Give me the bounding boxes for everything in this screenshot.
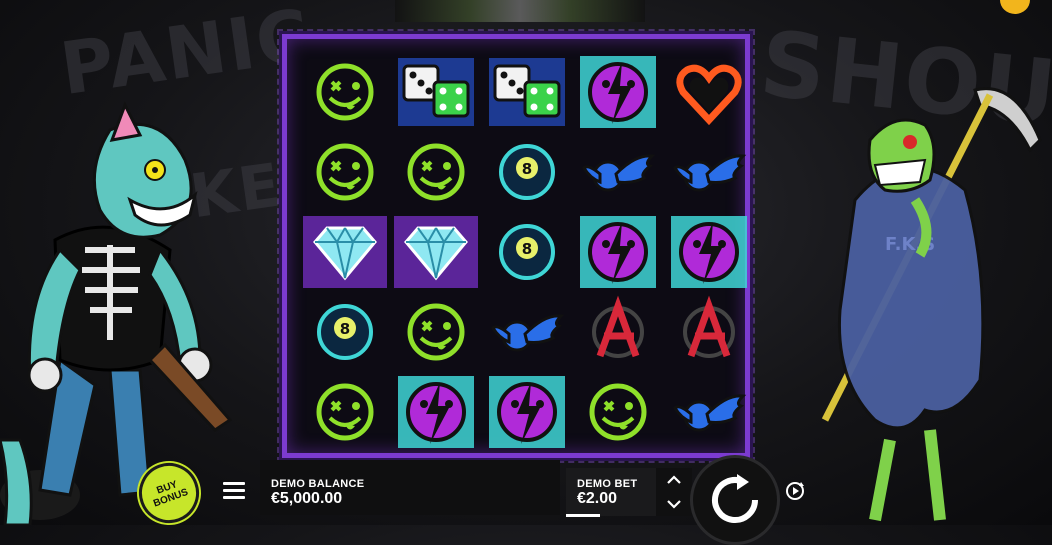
smiley-x-green-icon	[589, 383, 647, 441]
svg-text:8: 8	[340, 320, 350, 338]
reel-symbol-smiley-bolt-purple	[483, 373, 571, 451]
reel-symbol-wing-blue	[483, 293, 571, 371]
bet-value: €2.00	[577, 490, 618, 507]
wing-blue-icon	[673, 154, 747, 192]
menu-icon-bar	[223, 488, 245, 492]
spin-button[interactable]	[690, 455, 780, 545]
bet-stepper	[656, 468, 692, 516]
reel-symbol-smiley-bolt-purple	[392, 373, 480, 451]
smiley-bolt-purple-icon	[580, 216, 656, 288]
heart-orange-icon	[676, 64, 742, 126]
spin-icon	[712, 474, 758, 523]
reel-symbol-smiley-x-green	[392, 133, 480, 211]
wing-blue-icon	[582, 154, 656, 192]
reel-symbol-smiley-bolt-purple	[574, 53, 662, 131]
smiley-bolt-purple-icon	[580, 56, 656, 128]
reel-symbol-smiley-bolt-purple	[665, 213, 753, 291]
menu-icon	[223, 481, 245, 485]
smiley-bolt-purple-icon	[398, 376, 474, 448]
eight-ball-icon: 8	[499, 144, 555, 200]
reel-symbol-eight-ball: 8	[483, 133, 571, 211]
reel-symbol-heart-orange	[665, 53, 753, 131]
dice-icon	[398, 58, 474, 126]
reel-symbol-smiley-x-green	[301, 373, 389, 451]
graffiti-text: PANIC	[55, 0, 317, 112]
chevron-up-icon[interactable]	[666, 475, 682, 485]
zombie-cat-character	[0, 101, 233, 525]
reel-symbol-smiley-x-green	[392, 293, 480, 371]
menu-button[interactable]	[214, 468, 254, 512]
reel-symbol-eight-ball: 8	[301, 293, 389, 371]
reel-symbol-dice	[483, 53, 571, 131]
wing-blue-icon	[491, 314, 565, 352]
eight-ball-icon: 8	[317, 304, 373, 360]
diamond-icon	[303, 216, 387, 288]
eight-ball-icon: 8	[499, 224, 555, 280]
top-decoration	[395, 0, 645, 22]
reel-symbol-eight-ball: 8	[483, 213, 571, 291]
anarchy-red-icon	[592, 295, 644, 358]
reel-symbol-anarchy-red	[665, 293, 753, 371]
autoplay-icon	[786, 482, 804, 500]
reel-symbol-wing-blue	[574, 133, 662, 211]
smiley-x-green-icon	[316, 383, 374, 441]
smiley-bolt-purple-icon	[489, 376, 565, 448]
autoplay-button[interactable]	[776, 472, 814, 510]
balance-value: €5,000.00	[271, 490, 343, 507]
menu-icon-bar	[223, 495, 245, 499]
smiley-x-green-icon	[316, 143, 374, 201]
svg-text:8: 8	[522, 240, 532, 258]
smiley-x-green-icon	[407, 143, 465, 201]
smiley-bolt-purple-icon	[671, 216, 747, 288]
chevron-down-icon[interactable]	[666, 499, 682, 509]
anarchy-red-icon	[683, 295, 735, 358]
grim-reaper-character: F.K.S	[821, 87, 1042, 522]
balance-label: DEMO BALANCE	[271, 478, 365, 490]
svg-text:8: 8	[522, 160, 532, 178]
reel-symbol-diamond	[392, 213, 480, 291]
reel-symbol-wing-blue	[665, 133, 753, 211]
reel-symbol-smiley-x-green	[301, 133, 389, 211]
bet-label: DEMO BET	[577, 478, 638, 490]
corner-badge-icon	[1000, 0, 1030, 14]
wing-blue-icon	[673, 394, 747, 432]
smiley-x-green-icon	[407, 303, 465, 361]
reel-symbol-wing-blue	[665, 373, 753, 451]
reel-symbol-smiley-x-green	[574, 373, 662, 451]
bet-underline	[566, 514, 600, 517]
reel-symbol-anarchy-red	[574, 293, 662, 371]
reel-board: 8 8 8	[277, 29, 755, 463]
symbol-grid: 8 8 8	[301, 53, 753, 451]
smiley-x-green-icon	[316, 63, 374, 121]
reel-symbol-smiley-x-green	[301, 53, 389, 131]
reel-symbol-dice	[392, 53, 480, 131]
reel-symbol-diamond	[301, 213, 389, 291]
diamond-icon	[394, 216, 478, 288]
dice-icon	[489, 58, 565, 126]
reel-symbol-smiley-bolt-purple	[574, 213, 662, 291]
